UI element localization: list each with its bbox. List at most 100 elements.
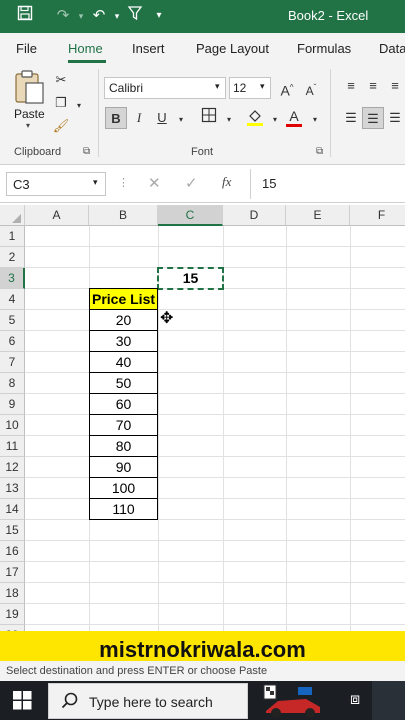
column-header-c[interactable]: C (158, 205, 223, 226)
align-left-icon[interactable]: ☰ (340, 107, 362, 129)
formula-input[interactable]: 15 (262, 176, 276, 191)
column-header-e[interactable]: E (286, 205, 350, 226)
gridline (25, 330, 405, 331)
chevron-down-icon[interactable]: ▾ (170, 109, 192, 131)
bold-button[interactable]: B (105, 107, 127, 129)
chevron-down-icon[interactable]: ▾ (218, 109, 240, 131)
customize-toolbar-icon[interactable]: ▾ (148, 5, 170, 27)
column-header-d[interactable]: D (223, 205, 286, 226)
column-header-f[interactable]: F (350, 205, 405, 226)
font-color-icon[interactable]: A (283, 105, 305, 127)
row-header-17[interactable]: 17 (0, 562, 25, 583)
tab-home[interactable]: Home (68, 41, 103, 56)
race-car-widget-icon[interactable] (258, 683, 330, 724)
italic-button[interactable]: I (128, 107, 150, 129)
format-painter-icon[interactable]: 🖌 (50, 115, 72, 137)
cell-b12-price[interactable]: 90 (89, 456, 158, 478)
worksheet-grid[interactable]: A B C D E F 1 2 3 4 5 6 7 8 9 10 11 12 13 14 15 16 17 18 1… (0, 205, 405, 631)
gridline (25, 477, 405, 478)
gridline (25, 435, 405, 436)
cell-b10-price[interactable]: 70 (89, 414, 158, 436)
cell-b5-price[interactable]: 20 (89, 309, 158, 331)
cell-b14-price[interactable]: 110 (89, 498, 158, 520)
row-header-14[interactable]: 14 (0, 499, 25, 520)
row-header-8[interactable]: 8 (0, 373, 25, 394)
font-size-dropdown[interactable]: 12 ▾ (229, 77, 271, 99)
gridline (25, 603, 405, 604)
taskbar-search-box[interactable]: Type here to search (48, 683, 248, 719)
cell-b4-price-header[interactable]: Price List (89, 288, 158, 310)
grow-font-icon: A (280, 82, 290, 99)
row-header-2[interactable]: 2 (0, 247, 25, 268)
middle-align-icon[interactable]: ≡ (362, 75, 384, 97)
borders-icon[interactable] (198, 107, 220, 129)
font-name-dropdown[interactable]: Calibri ▾ (104, 77, 226, 99)
group-separator (330, 69, 331, 157)
taskbar: Type here to search ⧈ (0, 681, 405, 720)
cell-b9-price[interactable]: 60 (89, 393, 158, 415)
align-center-icon[interactable]: ☰ (362, 107, 384, 129)
task-view-icon[interactable]: ⧈ (350, 691, 360, 709)
row-header-16[interactable]: 16 (0, 541, 25, 562)
tab-formulas[interactable]: Formulas (297, 41, 351, 56)
save-icon[interactable] (14, 5, 36, 27)
row-header-10[interactable]: 10 (0, 415, 25, 436)
row-header-19[interactable]: 19 (0, 604, 25, 625)
gridline (25, 519, 405, 520)
column-header-b[interactable]: B (89, 205, 158, 226)
cell-b11-price[interactable]: 80 (89, 435, 158, 457)
insert-function-button[interactable]: fx (222, 174, 231, 190)
decrease-font-size-button[interactable]: Aˇ (300, 77, 322, 99)
select-all-corner[interactable] (0, 205, 25, 226)
paste-button[interactable]: Paste ▾ (12, 69, 48, 130)
tab-page-layout[interactable]: Page Layout (196, 41, 269, 56)
font-name-value: Calibri (109, 81, 144, 95)
cell-b6-price[interactable]: 30 (89, 330, 158, 352)
dialog-launcher-icon[interactable]: ⧉ (83, 146, 90, 157)
cell-b8-price[interactable]: 50 (89, 372, 158, 394)
chevron-down-icon[interactable]: ▾ (304, 109, 326, 131)
row-header-6[interactable]: 6 (0, 331, 25, 352)
filter-icon[interactable] (124, 5, 146, 27)
tab-file[interactable]: File (16, 41, 37, 56)
fill-color-icon[interactable] (244, 107, 266, 129)
paste-icon (15, 70, 44, 104)
cancel-icon[interactable]: ✕ (148, 174, 161, 192)
taskbar-app-slot[interactable] (372, 681, 405, 720)
cell-b13-price[interactable]: 100 (89, 477, 158, 499)
row-header-13[interactable]: 13 (0, 478, 25, 499)
row-header-12[interactable]: 12 (0, 457, 25, 478)
search-placeholder: Type here to search (89, 694, 213, 710)
column-header-a[interactable]: A (25, 205, 89, 226)
row-header-1[interactable]: 1 (0, 226, 25, 247)
chevron-down-icon[interactable]: ▾ (68, 95, 90, 117)
align-right-icon[interactable]: ☰ (384, 107, 405, 129)
row-header-7[interactable]: 7 (0, 352, 25, 373)
chevron-down-icon[interactable]: ▾ (26, 121, 30, 130)
font-color-swatch (286, 124, 302, 127)
row-header-11[interactable]: 11 (0, 436, 25, 457)
row-header-9[interactable]: 9 (0, 394, 25, 415)
row-header-4[interactable]: 4 (0, 289, 25, 310)
row-header-5[interactable]: 5 (0, 310, 25, 331)
top-align-icon[interactable]: ≡ (340, 75, 362, 97)
cut-icon[interactable]: ✂ (50, 69, 72, 91)
gridline (25, 351, 405, 352)
row-header-15[interactable]: 15 (0, 520, 25, 541)
gridline (25, 498, 405, 499)
chevron-down-icon: ▾ (93, 177, 98, 187)
copy-marquee-c3[interactable]: 15 (157, 267, 224, 290)
cell-b7-price[interactable]: 40 (89, 351, 158, 373)
increase-font-size-button[interactable]: A^ (276, 77, 298, 99)
name-box[interactable]: C3 ▾ (6, 172, 106, 196)
cell-c3-value: 15 (182, 270, 199, 286)
row-header-18[interactable]: 18 (0, 583, 25, 604)
gridline (25, 561, 405, 562)
row-header-3[interactable]: 3 (0, 268, 25, 289)
enter-icon[interactable]: ✓ (185, 174, 198, 192)
tab-data[interactable]: Data (379, 41, 405, 56)
windows-start-icon[interactable] (13, 691, 32, 715)
bottom-align-icon[interactable]: ≡ (384, 75, 405, 97)
tab-insert[interactable]: Insert (132, 41, 165, 56)
dialog-launcher-icon[interactable]: ⧉ (316, 146, 323, 157)
